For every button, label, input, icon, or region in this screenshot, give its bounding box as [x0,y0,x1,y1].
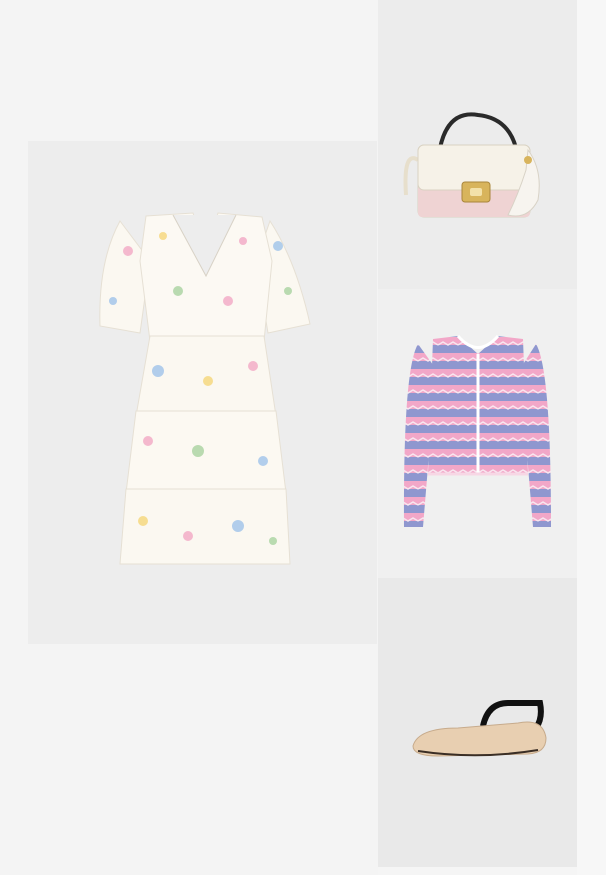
product-tile-bag[interactable] [378,0,577,289]
product-tile-cardigan[interactable] [378,289,577,578]
product-tile-dress[interactable] [28,141,377,644]
cream-top-handle-bag-image [403,112,540,218]
floral-tiered-dress-image [99,212,311,565]
beige-ballet-flats-image [412,700,547,757]
outfit-page [0,0,606,875]
product-tile-flats[interactable] [378,578,577,867]
striped-knit-cardigan-image [403,334,551,527]
right-margin-strip [577,0,606,875]
